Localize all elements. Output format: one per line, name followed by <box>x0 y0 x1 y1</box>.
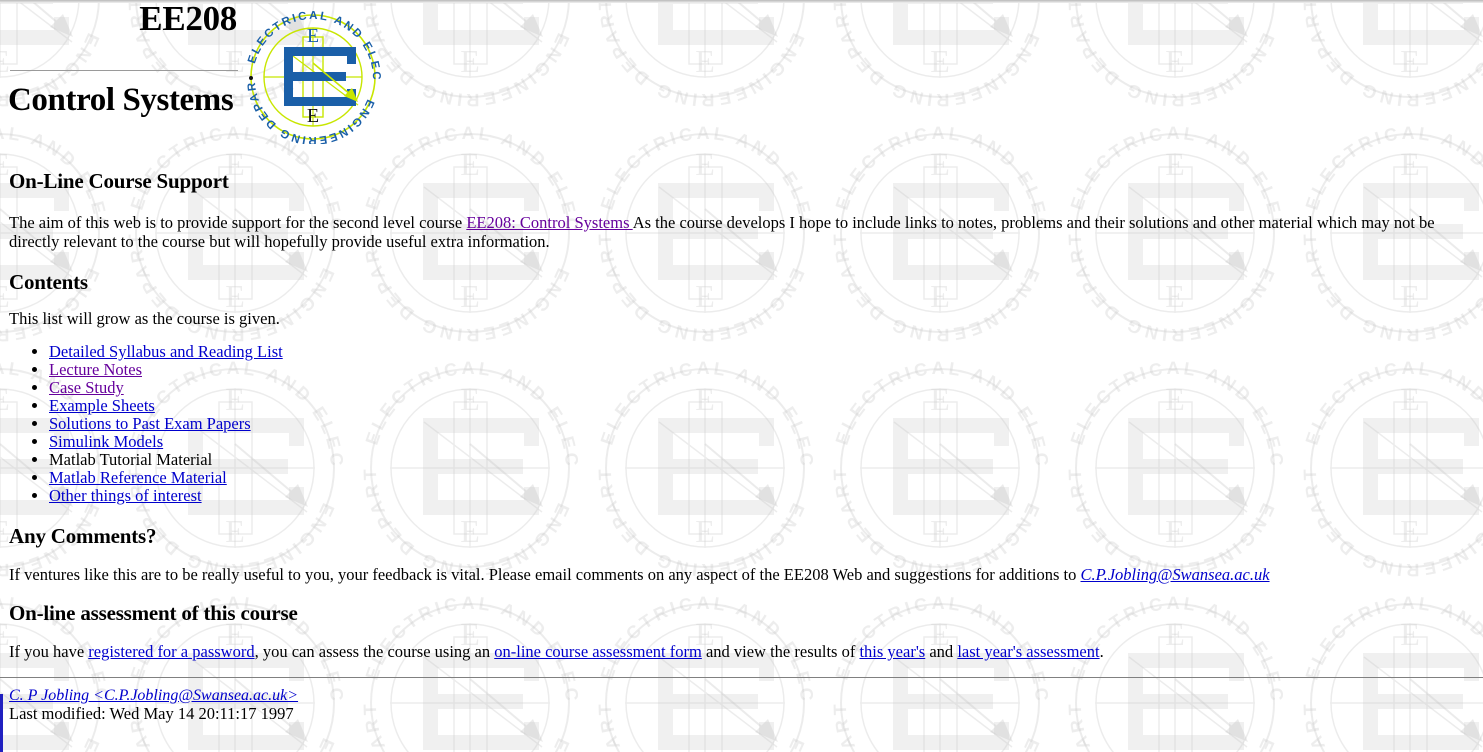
intro-text-before: The aim of this web is to provide suppor… <box>9 213 467 232</box>
contents-link[interactable]: Other things of interest <box>49 486 202 505</box>
list-item[interactable]: Solutions to Past Exam Papers <box>49 415 283 433</box>
course-name-title: Control Systems <box>8 82 234 118</box>
list-item[interactable]: Lecture Notes <box>49 361 283 379</box>
link-registered-for-a-password[interactable]: registered for a password <box>88 642 254 661</box>
svg-text:ELECTRICAL AND ELECTRONIC: ELECTRICAL AND ELECTRONIC <box>1057 352 1287 470</box>
svg-text:E: E <box>1165 381 1185 417</box>
svg-text:ELECTRICAL AND ELECTRONIC: ELECTRICAL AND ELECTRONIC <box>822 352 1052 470</box>
section-heading-online-course-support: On-Line Course Support <box>9 169 229 193</box>
window-top-edge <box>0 0 1483 3</box>
svg-text:E: E <box>695 748 715 752</box>
svg-text:E: E <box>307 25 319 47</box>
svg-text:E: E <box>695 381 715 417</box>
svg-text:E: E <box>1165 748 1185 752</box>
svg-text:E: E <box>695 146 715 182</box>
list-item[interactable]: Example Sheets <box>49 397 283 415</box>
svg-text:ENGINEERING DEPARTMENT: ENGINEERING DEPARTMENT <box>587 587 808 752</box>
contents-link[interactable]: Simulink Models <box>49 432 163 451</box>
contents-link[interactable]: Lecture Notes <box>49 360 142 379</box>
svg-text:ENGINEERING DEPARTMENT: ENGINEERING DEPARTMENT <box>587 352 808 580</box>
svg-text:E: E <box>225 748 245 752</box>
svg-text:E: E <box>930 146 950 182</box>
section-heading-any-comments: Any Comments? <box>9 524 157 548</box>
svg-text:E: E <box>695 278 715 314</box>
feedback-text: If ventures like this are to be really u… <box>9 565 1081 584</box>
list-item[interactable]: Case Study <box>49 379 283 397</box>
svg-text:ENGINEERING DEPARTMENT: ENGINEERING DEPARTMENT <box>1057 587 1278 752</box>
assessment-text-3: and view the results of <box>701 642 860 661</box>
svg-text:ENGINEERING DEPARTMENT: ENGINEERING DEPARTMENT <box>1057 352 1278 580</box>
feedback-paragraph: If ventures like this are to be really u… <box>9 565 1475 585</box>
svg-text:E: E <box>1400 278 1420 314</box>
svg-text:ENGINEERING DEPARTMENT: ENGINEERING DEPARTMENT <box>352 352 573 580</box>
assessment-text-5: . <box>1099 642 1104 661</box>
contents-link[interactable]: Detailed Syllabus and Reading List <box>49 342 283 361</box>
svg-text:E: E <box>930 278 950 314</box>
list-item[interactable]: Simulink Models <box>49 433 283 451</box>
svg-text:ENGINEERING DEPARTMENT: ENGINEERING DEPARTMENT <box>1292 587 1483 752</box>
svg-text:E: E <box>1400 381 1420 417</box>
contents-note: This list will grow as the course is giv… <box>9 309 280 328</box>
svg-text:E: E <box>460 146 480 182</box>
svg-text:E: E <box>1165 278 1185 314</box>
masthead: EE208 Control Systems ELECTRICAL AND ELE… <box>0 0 1483 150</box>
svg-text:E: E <box>1400 748 1420 752</box>
title-block: EE208 <box>0 0 245 38</box>
svg-text:E: E <box>460 748 480 752</box>
svg-text:E: E <box>930 748 950 752</box>
intro-paragraph: The aim of this web is to provide suppor… <box>9 213 1475 251</box>
link-last-years-assessment[interactable]: last year's assessment <box>957 642 1099 661</box>
svg-text:E: E <box>460 513 480 549</box>
svg-text:E: E <box>225 513 245 549</box>
svg-text:E: E <box>1165 513 1185 549</box>
footer-signature: C. P Jobling <C.P.Jobling@Swansea.ac.uk> <box>9 687 298 705</box>
link-this-years-assessment[interactable]: this year's <box>859 642 925 661</box>
eee-department-seal-logo: ELECTRICAL AND ELECTRONIC ENGINEERING DE… <box>240 6 386 144</box>
svg-text:E: E <box>1165 146 1185 182</box>
contents-list: Detailed Syllabus and Reading ListLectur… <box>9 343 283 505</box>
assessment-text-4: and <box>925 642 958 661</box>
list-item: Matlab Tutorial Material <box>49 451 283 469</box>
svg-text:ENGINEERING DEPARTMENT: ENGINEERING DEPARTMENT <box>822 587 1043 752</box>
svg-text:ENGINEERING DEPARTMENT: ENGINEERING DEPARTMENT <box>822 352 1043 580</box>
link-author-email[interactable]: C. P Jobling <C.P.Jobling@Swansea.ac.uk> <box>9 687 298 704</box>
window-left-edge-strip <box>0 694 3 752</box>
section-heading-contents: Contents <box>9 270 88 294</box>
svg-text:E: E <box>1400 513 1420 549</box>
contents-link[interactable]: Matlab Reference Material <box>49 468 227 487</box>
masthead-divider <box>10 70 238 71</box>
assessment-paragraph: If you have registered for a password, y… <box>9 642 1475 662</box>
svg-text:E: E <box>930 513 950 549</box>
svg-text:E: E <box>307 105 319 127</box>
assessment-text-1: If you have <box>9 642 89 661</box>
footer-last-modified: Last modified: Wed May 14 20:11:17 1997 <box>9 704 294 723</box>
svg-text:ELECTRICAL AND ELECTRONIC: ELECTRICAL AND ELECTRONIC <box>1292 352 1483 470</box>
contents-plain-label: Matlab Tutorial Material <box>49 450 213 469</box>
svg-text:ELECTRICAL AND ELECTRONIC: ELECTRICAL AND ELECTRONIC <box>352 352 582 470</box>
course-code-title: EE208 <box>139 0 237 38</box>
svg-text:E: E <box>695 513 715 549</box>
contents-link[interactable]: Example Sheets <box>49 396 155 415</box>
footer-divider <box>0 677 1483 678</box>
svg-text:ENGINEERING DEPARTMENT: ENGINEERING DEPARTMENT <box>1292 352 1483 580</box>
list-item[interactable]: Matlab Reference Material <box>49 469 283 487</box>
link-ee208-control-systems[interactable]: EE208: Control Systems <box>466 213 632 232</box>
list-item[interactable]: Detailed Syllabus and Reading List <box>49 343 283 361</box>
svg-text:ENGINEERING DEPARTMENT: ENGINEERING DEPARTMENT <box>352 587 573 752</box>
contents-link[interactable]: Case Study <box>49 378 124 397</box>
link-email-cpjobling[interactable]: C.P.Jobling@Swansea.ac.uk <box>1081 565 1270 584</box>
link-online-course-assessment-form[interactable]: on-line course assessment form <box>494 642 702 661</box>
page-content: EE208 Control Systems ELECTRICAL AND ELE… <box>0 0 1483 723</box>
contents-link[interactable]: Solutions to Past Exam Papers <box>49 414 251 433</box>
svg-text:E: E <box>930 381 950 417</box>
section-heading-online-assessment: On-line assessment of this course <box>9 601 298 625</box>
svg-text:E: E <box>460 381 480 417</box>
svg-text:ELECTRICAL AND ELECTRONIC: ELECTRICAL AND ELECTRONIC <box>587 352 817 470</box>
svg-text:E: E <box>1400 146 1420 182</box>
svg-text:E: E <box>460 278 480 314</box>
assessment-text-2: , you can assess the course using an <box>254 642 495 661</box>
list-item[interactable]: Other things of interest <box>49 487 283 505</box>
